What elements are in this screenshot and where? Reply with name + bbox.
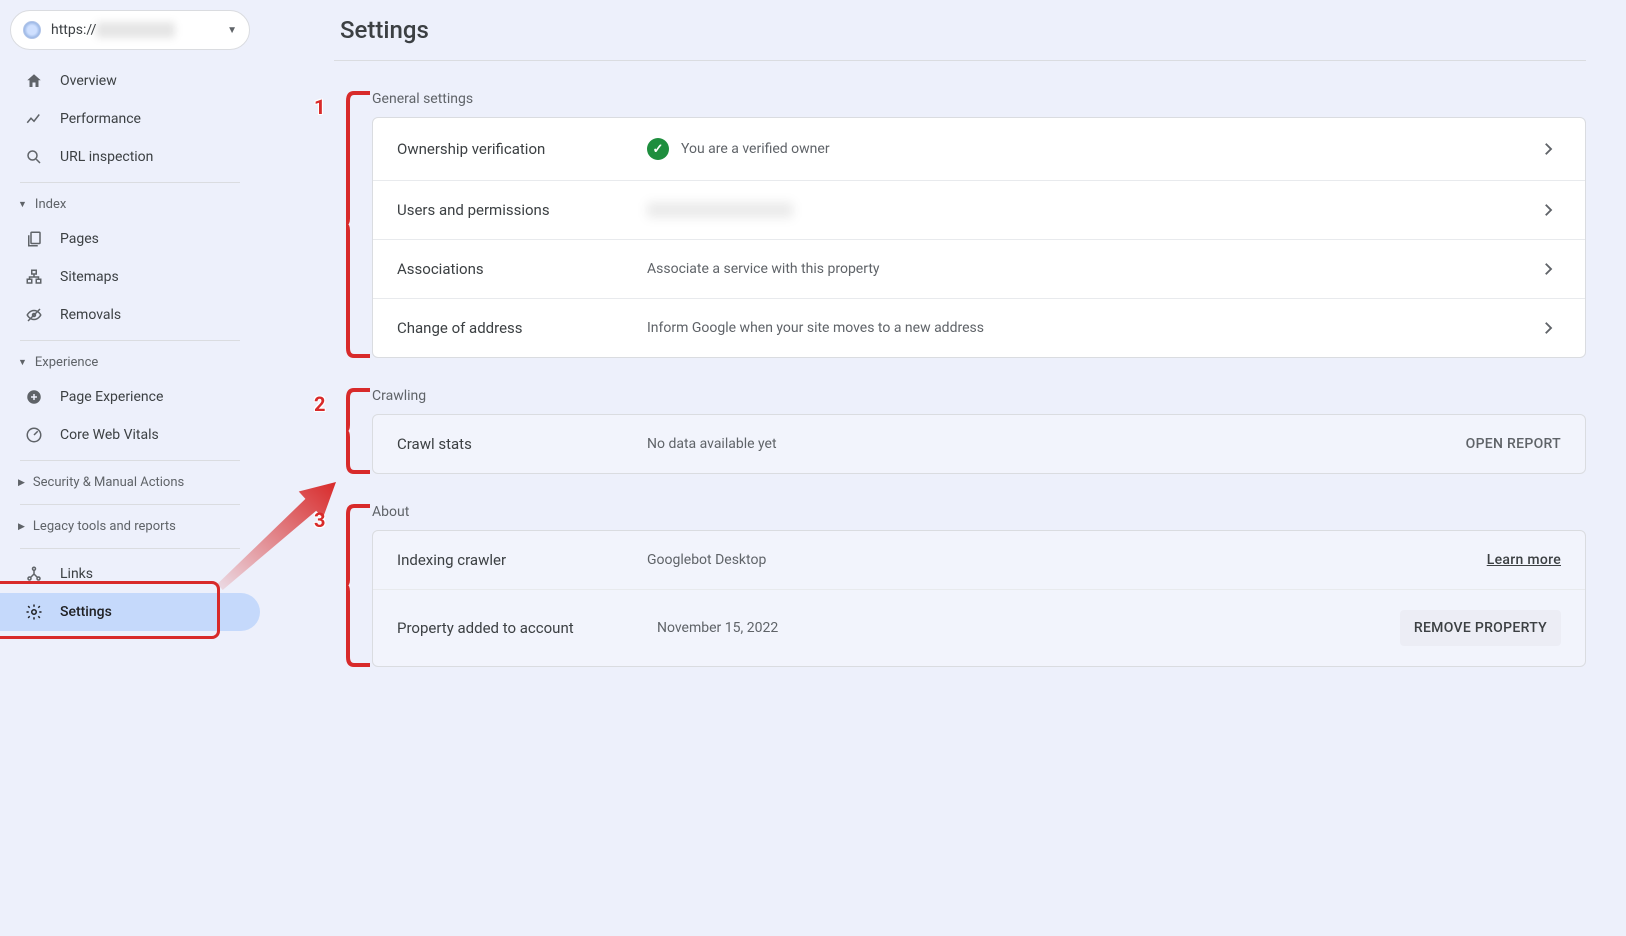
row-value: November 15, 2022 [657, 620, 1380, 636]
row-name: Crawl stats [397, 435, 627, 453]
nav-page-experience[interactable]: Page Experience [0, 378, 260, 416]
row-users[interactable]: Users and permissions redacted user, red… [373, 181, 1585, 240]
nav-removals[interactable]: Removals [0, 296, 260, 334]
nav-overview[interactable]: Overview [0, 62, 260, 100]
caret-down-icon: ▼ [18, 199, 27, 210]
nav-label: Performance [60, 111, 141, 127]
row-change-address[interactable]: Change of address Inform Google when you… [373, 299, 1585, 357]
section-header: About [372, 504, 1586, 520]
nav-section-experience[interactable]: ▼ Experience [0, 347, 260, 378]
nav-label: Page Experience [60, 389, 163, 405]
row-crawl-stats: Crawl stats No data available yet OPEN R… [373, 415, 1585, 473]
trend-icon [24, 110, 44, 128]
nav-settings[interactable]: Settings [0, 593, 260, 631]
annotation-number: 3 [314, 508, 325, 532]
open-report-button[interactable]: OPEN REPORT [1466, 436, 1561, 452]
nav-links[interactable]: Links [0, 555, 260, 593]
chevron-right-icon[interactable] [1535, 201, 1561, 219]
chevron-right-icon[interactable] [1535, 260, 1561, 278]
nav-url-inspection[interactable]: URL inspection [0, 138, 260, 176]
chevron-right-icon[interactable] [1535, 140, 1561, 158]
section-header: Crawling [372, 388, 1586, 404]
row-value: ✓ You are a verified owner [647, 138, 1515, 160]
nav-divider [20, 504, 240, 505]
row-associations[interactable]: Associations Associate a service with th… [373, 240, 1585, 299]
links-icon [24, 565, 44, 583]
section-general: 1 General settings Ownership verificatio… [340, 91, 1586, 358]
nav-divider [20, 182, 240, 183]
row-indexing-crawler: Indexing crawler Googlebot Desktop Learn… [373, 531, 1585, 590]
page-title: Settings [340, 0, 1586, 60]
about-card: Indexing crawler Googlebot Desktop Learn… [372, 530, 1586, 667]
nav-sitemaps[interactable]: Sitemaps [0, 258, 260, 296]
chevron-right-icon[interactable] [1535, 319, 1561, 337]
nav-label: Removals [60, 307, 121, 323]
nav-divider [20, 548, 240, 549]
pages-icon [24, 230, 44, 248]
section-header: General settings [372, 91, 1586, 107]
row-value: No data available yet [647, 436, 1446, 452]
annotation-number: 2 [314, 392, 325, 416]
annotation-number: 1 [314, 95, 325, 119]
sitemap-icon [24, 268, 44, 286]
annotation-bracket [346, 91, 370, 358]
caret-right-icon: ▶ [18, 522, 25, 532]
nav-label: Overview [60, 73, 117, 89]
row-property-added: Property added to account November 15, 2… [373, 590, 1585, 666]
nav-section-security[interactable]: ▶ Security & Manual Actions [0, 467, 260, 498]
row-name: Users and permissions [397, 201, 627, 219]
nav-label: Core Web Vitals [60, 427, 159, 443]
title-divider [334, 60, 1586, 61]
nav-pages[interactable]: Pages [0, 220, 260, 258]
row-name: Property added to account [397, 619, 637, 637]
property-selector[interactable]: https://example site ▼ [10, 10, 250, 50]
nav-section-label: Legacy tools and reports [33, 519, 176, 534]
nav-label: Settings [60, 604, 112, 620]
nav-label: URL inspection [60, 149, 153, 165]
section-about: 3 About Indexing crawler Googlebot Deskt… [340, 504, 1586, 667]
nav-section-label: Experience [35, 355, 98, 370]
section-crawling: 2 Crawling Crawl stats No data available… [340, 388, 1586, 474]
row-name: Indexing crawler [397, 551, 627, 569]
gauge-icon [24, 426, 44, 444]
check-icon: ✓ [647, 138, 669, 160]
home-icon [24, 72, 44, 90]
caret-down-icon: ▼ [227, 25, 237, 36]
caret-down-icon: ▼ [18, 357, 27, 368]
nav-core-web-vitals[interactable]: Core Web Vitals [0, 416, 260, 454]
crawling-card: Crawl stats No data available yet OPEN R… [372, 414, 1586, 474]
general-card: Ownership verification ✓ You are a verif… [372, 117, 1586, 358]
nav-section-label: Index [35, 197, 66, 212]
nav-section-index[interactable]: ▼ Index [0, 189, 260, 220]
globe-icon [23, 21, 41, 39]
remove-property-button[interactable]: REMOVE PROPERTY [1400, 610, 1561, 646]
row-name: Associations [397, 260, 627, 278]
row-name: Ownership verification [397, 140, 627, 158]
nav-label: Links [60, 566, 93, 582]
nav-label: Pages [60, 231, 99, 247]
row-value: Associate a service with this property [647, 261, 1515, 277]
learn-more-link[interactable]: Learn more [1487, 552, 1561, 568]
main-content: Settings 1 General settings Ownership ve… [260, 0, 1626, 936]
annotation-bracket [346, 504, 370, 667]
nav-divider [20, 460, 240, 461]
selected-property-url: https://example site [51, 22, 175, 38]
row-value: Googlebot Desktop [647, 552, 1467, 568]
caret-right-icon: ▶ [18, 478, 25, 488]
nav-performance[interactable]: Performance [0, 100, 260, 138]
nav-section-legacy[interactable]: ▶ Legacy tools and reports [0, 511, 260, 542]
row-value: Inform Google when your site moves to a … [647, 320, 1515, 336]
search-icon [24, 148, 44, 166]
nav-divider [20, 340, 240, 341]
gear-icon [24, 603, 44, 621]
sidebar: https://example site ▼ Overview Performa… [0, 0, 260, 936]
row-name: Change of address [397, 319, 627, 337]
row-value: redacted user, redacted [647, 202, 1515, 218]
row-ownership[interactable]: Ownership verification ✓ You are a verif… [373, 118, 1585, 181]
annotation-bracket [346, 388, 370, 474]
nav-label: Sitemaps [60, 269, 119, 285]
eye-off-icon [24, 306, 44, 324]
plus-circle-icon [24, 388, 44, 406]
nav-section-label: Security & Manual Actions [33, 475, 184, 490]
